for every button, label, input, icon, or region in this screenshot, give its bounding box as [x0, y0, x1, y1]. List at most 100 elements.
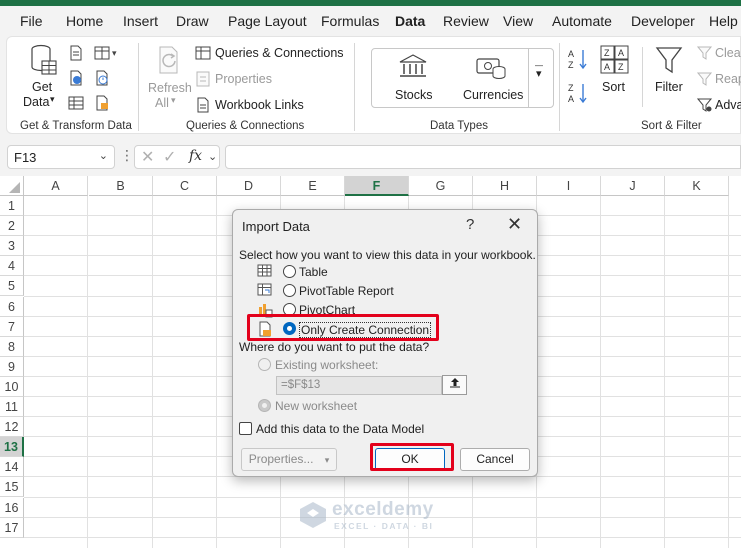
name-box[interactable]: F13 ⌄ — [7, 145, 115, 169]
data-model-label[interactable]: Add this data to the Data Model — [256, 422, 424, 436]
pivot-table-option-label[interactable]: PivotTable Report — [299, 284, 394, 298]
ribbon-separator — [138, 43, 139, 131]
exceldemy-logo-icon — [300, 502, 326, 528]
row-header-2[interactable]: 2 — [0, 216, 24, 237]
queries-connections-button[interactable]: Queries & Connections — [215, 46, 344, 60]
advanced-button[interactable]: Adva — [715, 98, 741, 112]
row-header-8[interactable]: 8 — [0, 336, 24, 357]
row-header-4[interactable]: 4 — [0, 256, 24, 277]
gallery-separator — [528, 49, 529, 107]
watermark-tagline: EXCEL · DATA · BI — [334, 521, 434, 531]
tab-developer[interactable]: Developer — [631, 13, 695, 29]
existing-connections-icon[interactable]: ▾ — [94, 45, 118, 61]
from-table-icon[interactable] — [68, 95, 84, 111]
sort-icon: ZA AZ — [600, 45, 629, 74]
column-header-a[interactable]: A — [24, 176, 88, 196]
ribbon: Get Data ▾ ▾ Get & Transform Data Refres… — [0, 36, 741, 138]
row-header-12[interactable]: 12 — [0, 417, 24, 438]
gridline-vertical — [216, 196, 217, 548]
row-header-9[interactable]: 9 — [0, 356, 24, 377]
pivot-table-icon — [257, 283, 272, 296]
column-header-e[interactable]: E — [281, 176, 345, 196]
column-header-c[interactable]: C — [153, 176, 217, 196]
new-worksheet-radio[interactable] — [258, 399, 271, 412]
chevron-down-icon: ▾ — [324, 455, 330, 465]
svg-text:Z: Z — [604, 48, 610, 58]
reference-input[interactable]: =$F$13 — [276, 376, 442, 395]
database-icon — [31, 44, 57, 75]
from-text-icon[interactable] — [68, 45, 84, 61]
sort-z-to-a-icon[interactable]: ZA — [568, 82, 590, 104]
insert-function-icon[interactable]: fx — [189, 148, 202, 164]
from-web-icon[interactable] — [68, 70, 84, 86]
recent-file-icon[interactable] — [94, 95, 110, 111]
row-header-1[interactable]: 1 — [0, 196, 24, 216]
column-header-k[interactable]: K — [665, 176, 729, 196]
tab-view[interactable]: View — [503, 13, 533, 29]
column-header-d[interactable]: D — [217, 176, 281, 196]
tab-insert[interactable]: Insert — [123, 13, 158, 29]
properties-button-label: Properties... — [248, 452, 314, 466]
tab-draw[interactable]: Draw — [176, 13, 209, 29]
data-model-checkbox[interactable] — [239, 422, 252, 435]
row-header-7[interactable]: 7 — [0, 316, 24, 337]
tab-formulas[interactable]: Formulas — [321, 13, 379, 29]
row-header-13[interactable]: 13 — [0, 437, 24, 458]
data-types-gallery: Stocks Currencies ▾ — — [371, 48, 554, 108]
filter-label: Filter — [655, 80, 683, 94]
row-header-3[interactable]: 3 — [0, 236, 24, 257]
more-vertical-icon: ⋮ — [120, 147, 134, 163]
column-header-f[interactable]: F — [345, 176, 409, 196]
reapply-button[interactable]: Reap — [715, 72, 741, 86]
group-label-sort-filter: Sort & Filter — [641, 120, 702, 132]
tab-data[interactable]: Data — [395, 13, 425, 29]
clear-button[interactable]: Clear — [715, 46, 741, 60]
column-header-b[interactable]: B — [89, 176, 153, 196]
row-header-14[interactable]: 14 — [0, 457, 24, 478]
workbook-links-button[interactable]: Workbook Links — [215, 98, 304, 112]
properties-button[interactable]: Properties — [215, 72, 272, 86]
row-header-15[interactable]: 15 — [0, 477, 24, 498]
column-header-i[interactable]: I — [537, 176, 601, 196]
cancel-button[interactable]: Cancel — [460, 448, 530, 471]
menu-bar: File Home Insert Draw Page Layout Formul… — [0, 6, 741, 41]
row-header-5[interactable]: 5 — [0, 276, 24, 297]
row-header-16[interactable]: 16 — [0, 497, 24, 518]
table-option-label[interactable]: Table — [299, 265, 328, 279]
tab-page-layout[interactable]: Page Layout — [228, 13, 307, 29]
svg-text:Z: Z — [568, 83, 574, 93]
select-all-corner[interactable] — [0, 176, 24, 196]
group-label-queries: Queries & Connections — [186, 120, 305, 132]
queries-connections-icon — [195, 46, 211, 60]
collapse-dialog-button[interactable] — [442, 375, 467, 395]
chevron-down-icon[interactable]: ⌄ — [208, 150, 217, 163]
close-button[interactable]: ✕ — [507, 214, 522, 235]
enter-icon[interactable]: ✓ — [163, 147, 176, 167]
refresh-all-label: All — [155, 96, 169, 110]
pivot-table-radio[interactable] — [283, 284, 296, 297]
tab-automate[interactable]: Automate — [552, 13, 612, 29]
formula-input[interactable] — [225, 145, 741, 169]
recent-sources-icon[interactable] — [94, 70, 110, 86]
tab-file[interactable]: File — [20, 13, 43, 29]
table-radio[interactable] — [283, 265, 296, 278]
column-header-h[interactable]: H — [473, 176, 537, 196]
row-header-17[interactable]: 17 — [0, 517, 24, 538]
row-header-10[interactable]: 10 — [0, 376, 24, 397]
tab-review[interactable]: Review — [443, 13, 489, 29]
sort-a-to-z-icon[interactable]: AZ — [568, 48, 590, 70]
properties-button[interactable]: Properties... ▾ — [241, 448, 337, 471]
properties-icon — [196, 71, 210, 87]
gridline-vertical — [728, 196, 729, 548]
cancel-icon[interactable]: ✕ — [141, 147, 154, 167]
column-header-g[interactable]: G — [409, 176, 473, 196]
column-header-j[interactable]: J — [601, 176, 665, 196]
existing-worksheet-radio[interactable] — [258, 358, 271, 371]
row-header-6[interactable]: 6 — [0, 296, 24, 317]
currency-icon — [476, 58, 506, 79]
row-header-11[interactable]: 11 — [0, 397, 24, 417]
tab-help[interactable]: Help — [709, 13, 738, 29]
chevron-down-icon[interactable]: ⌄ — [99, 149, 108, 162]
tab-home[interactable]: Home — [66, 13, 103, 29]
help-button[interactable]: ? — [466, 216, 474, 233]
